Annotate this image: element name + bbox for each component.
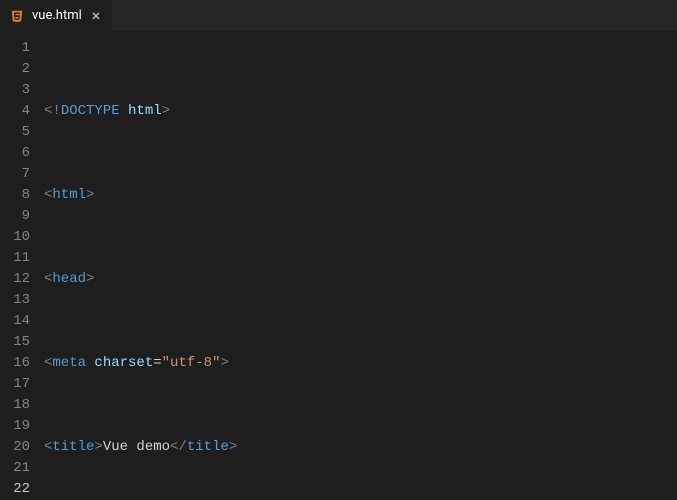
line-number: 9 bbox=[0, 206, 30, 227]
line-number: 13 bbox=[0, 290, 30, 311]
line-number: 16 bbox=[0, 353, 30, 374]
code-line: <meta charset="utf-8"> bbox=[44, 353, 677, 374]
tab-filename: vue.html bbox=[32, 8, 82, 23]
line-number: 19 bbox=[0, 416, 30, 437]
line-number: 2 bbox=[0, 59, 30, 80]
line-number: 22 bbox=[0, 479, 30, 500]
line-number: 21 bbox=[0, 458, 30, 479]
line-number: 6 bbox=[0, 143, 30, 164]
line-number-gutter: 12345678910111213141516171819202122 bbox=[0, 32, 44, 500]
tab-vuehtml[interactable]: vue.html × bbox=[0, 0, 112, 31]
line-number: 4 bbox=[0, 101, 30, 122]
code-line: <head> bbox=[44, 269, 677, 290]
line-number: 15 bbox=[0, 332, 30, 353]
code-line: <title>Vue demo</title> bbox=[44, 437, 677, 458]
line-number: 8 bbox=[0, 185, 30, 206]
line-number: 14 bbox=[0, 311, 30, 332]
line-number: 20 bbox=[0, 437, 30, 458]
line-number: 11 bbox=[0, 248, 30, 269]
line-number: 1 bbox=[0, 38, 30, 59]
tab-bar: vue.html × bbox=[0, 0, 677, 32]
line-number: 10 bbox=[0, 227, 30, 248]
html-file-icon bbox=[10, 9, 24, 23]
close-icon[interactable]: × bbox=[90, 8, 103, 24]
line-number: 5 bbox=[0, 122, 30, 143]
code-area[interactable]: <!DOCTYPE html> <html> <head> <meta char… bbox=[44, 32, 677, 500]
code-line: <!DOCTYPE html> bbox=[44, 101, 677, 122]
line-number: 17 bbox=[0, 374, 30, 395]
line-number: 3 bbox=[0, 80, 30, 101]
code-line: <html> bbox=[44, 185, 677, 206]
line-number: 7 bbox=[0, 164, 30, 185]
line-number: 12 bbox=[0, 269, 30, 290]
code-editor[interactable]: 12345678910111213141516171819202122 <!DO… bbox=[0, 32, 677, 500]
line-number: 18 bbox=[0, 395, 30, 416]
